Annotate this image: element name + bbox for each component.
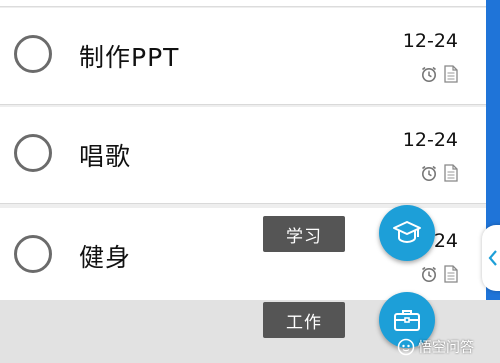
task-title: 唱歌 bbox=[79, 142, 132, 171]
task-row[interactable]: 制作PPT 12-24 bbox=[0, 8, 486, 105]
task-title: 制作PPT bbox=[79, 43, 180, 72]
task-checkbox[interactable] bbox=[14, 235, 52, 273]
task-meta bbox=[420, 164, 458, 182]
side-drawer-handle[interactable] bbox=[482, 225, 500, 291]
watermark: 悟空问答 bbox=[397, 337, 474, 357]
task-row[interactable]: 唱歌 12-24 bbox=[0, 107, 486, 204]
graduation-cap-icon bbox=[393, 221, 421, 244]
task-meta bbox=[420, 65, 458, 83]
fab-label-study[interactable]: 学习 bbox=[263, 216, 345, 252]
fab-label-work[interactable]: 工作 bbox=[263, 302, 345, 338]
task-checkbox[interactable] bbox=[14, 134, 52, 172]
note-icon bbox=[444, 265, 458, 283]
task-date: 12-24 bbox=[402, 129, 458, 151]
task-date: 12-24 bbox=[402, 30, 458, 52]
task-title: 健身 bbox=[79, 243, 132, 272]
previous-row-edge bbox=[0, 0, 486, 7]
logo-icon bbox=[397, 338, 415, 356]
alarm-icon bbox=[422, 66, 436, 82]
study-fab-button[interactable] bbox=[379, 205, 435, 261]
task-meta bbox=[420, 265, 458, 283]
briefcase-icon bbox=[394, 310, 420, 331]
alarm-icon bbox=[422, 266, 436, 282]
task-checkbox[interactable] bbox=[14, 35, 52, 73]
chevron-left-icon bbox=[488, 250, 497, 266]
watermark-text: 悟空问答 bbox=[418, 340, 474, 356]
alarm-icon bbox=[422, 165, 436, 181]
note-icon bbox=[444, 65, 458, 83]
note-icon bbox=[444, 164, 458, 182]
